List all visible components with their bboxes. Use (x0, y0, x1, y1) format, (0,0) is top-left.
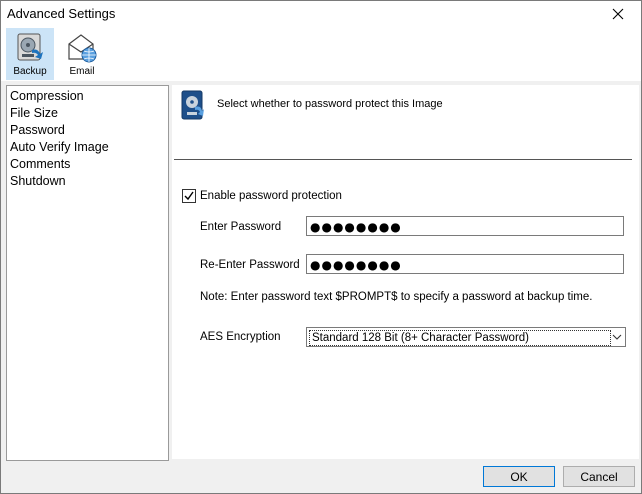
reenter-password-field[interactable]: ●●●●●●●● (306, 254, 624, 274)
aes-encryption-value: Standard 128 Bit (8+ Character Password) (309, 330, 611, 346)
advanced-settings-window: Advanced Settings Backup Email Compressi… (0, 0, 642, 494)
settings-category-list: Compression File Size Password Auto Veri… (6, 85, 169, 461)
email-label: Email (69, 66, 95, 77)
enter-password-field[interactable]: ●●●●●●●● (306, 216, 624, 236)
header-divider (174, 159, 632, 160)
password-settings-panel: Select whether to password protect this … (172, 85, 639, 459)
checkmark-icon (184, 191, 194, 201)
close-icon[interactable] (595, 1, 641, 27)
sidebar-item-shutdown[interactable]: Shutdown (7, 173, 168, 190)
panel-header-text: Select whether to password protect this … (217, 98, 443, 110)
enable-password-checkbox[interactable] (182, 189, 196, 203)
title-bar: Advanced Settings (1, 1, 641, 27)
toolbar: Backup Email (1, 27, 641, 81)
sidebar-item-auto-verify-image[interactable]: Auto Verify Image (7, 139, 168, 156)
backup-label: Backup (13, 66, 47, 77)
backup-disk-icon (17, 33, 43, 61)
chevron-down-icon (612, 334, 622, 340)
window-title: Advanced Settings (7, 6, 116, 21)
aes-encryption-label: AES Encryption (200, 331, 281, 343)
cancel-button[interactable]: Cancel (563, 466, 635, 487)
sidebar-item-password[interactable]: Password (7, 122, 168, 139)
reenter-password-label: Re-Enter Password (200, 259, 300, 271)
enable-password-row[interactable]: Enable password protection (182, 189, 342, 203)
password-note: Note: Enter password text $PROMPT$ to sp… (200, 291, 593, 303)
ok-button[interactable]: OK (483, 466, 555, 487)
enter-password-label: Enter Password (200, 221, 282, 233)
sidebar-item-comments[interactable]: Comments (7, 156, 168, 173)
email-tab-button[interactable]: Email (58, 28, 106, 80)
enable-password-label: Enable password protection (200, 190, 342, 202)
sidebar-item-file-size[interactable]: File Size (7, 105, 168, 122)
email-globe-icon (68, 34, 97, 63)
sidebar-item-compression[interactable]: Compression (7, 88, 168, 105)
aes-encryption-select[interactable]: Standard 128 Bit (8+ Character Password) (306, 327, 626, 347)
backup-disk-icon (181, 90, 204, 120)
backup-tab-button[interactable]: Backup (6, 28, 54, 80)
